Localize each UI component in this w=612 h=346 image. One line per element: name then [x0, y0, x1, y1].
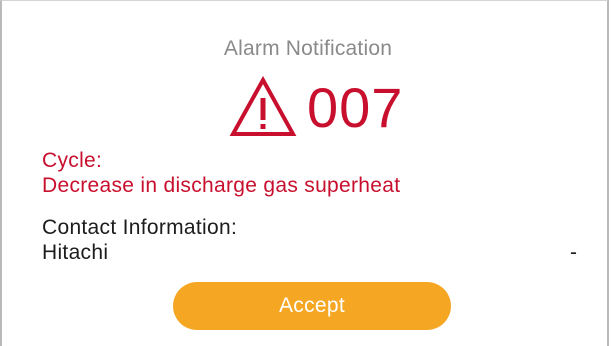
alarm-code: 007: [307, 76, 404, 139]
warning-triangle-icon: [229, 76, 297, 136]
contact-information-label: Contact Information:: [42, 216, 238, 239]
dialog-title: Alarm Notification: [223, 37, 393, 60]
contact-value: -: [570, 241, 577, 264]
cycle-label: Cycle:: [42, 149, 103, 172]
alarm-notification-dialog: Alarm Notification 007 Cycle: Decrease i…: [0, 0, 609, 346]
contact-name: Hitachi: [42, 241, 109, 264]
alarm-header: 007: [2, 73, 612, 145]
accept-button[interactable]: Accept: [173, 282, 451, 330]
cycle-description: Decrease in discharge gas superheat: [42, 174, 401, 197]
